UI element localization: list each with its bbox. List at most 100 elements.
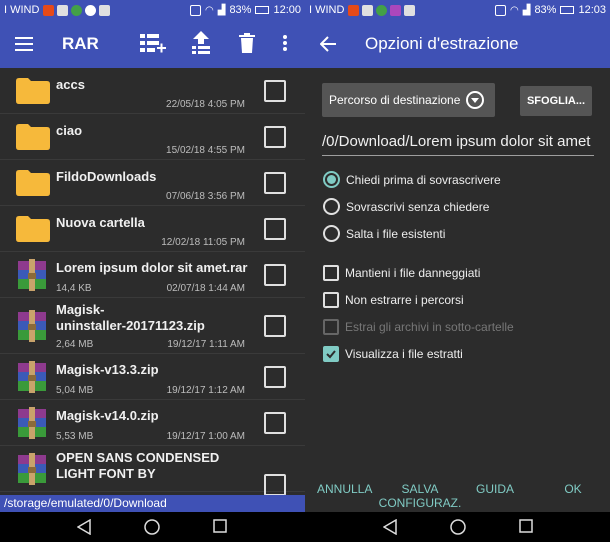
option-label: Mantieni i file danneggiati [345, 266, 481, 280]
file-date: 15/02/18 4:55 PM [166, 145, 245, 156]
archive-icon [16, 407, 48, 444]
ok-button[interactable]: OK [553, 482, 593, 496]
back-nav-icon[interactable] [383, 519, 397, 535]
file-date: 22/05/18 4:05 PM [166, 99, 245, 110]
back-arrow-icon[interactable] [305, 20, 351, 68]
signal-icon: ▟ [522, 4, 531, 16]
radio-icon [323, 198, 340, 215]
file-checkbox[interactable] [264, 412, 286, 434]
destination-path-input[interactable]: /0/Download/Lorem ipsum dolor sit amet [322, 130, 594, 156]
extract-option-checkbox[interactable]: Mantieni i file danneggiati [323, 265, 480, 281]
file-row[interactable]: accs 22/05/18 4:05 PM [0, 68, 305, 114]
destination-path-button[interactable]: Percorso di destinazione [322, 83, 495, 117]
home-nav-icon[interactable] [144, 519, 160, 535]
file-checkbox[interactable] [264, 80, 286, 102]
overflow-menu-icon[interactable] [273, 28, 297, 58]
delete-icon[interactable] [232, 28, 262, 58]
notification-icon [348, 4, 360, 16]
checkbox-checked-icon [323, 346, 339, 362]
file-row[interactable]: Magisk- uninstaller-20171123.zip 2,64 MB 1… [0, 298, 305, 354]
extract-option-checkbox[interactable]: Non estrarre i percorsi [323, 292, 464, 308]
help-button[interactable]: GUIDA [471, 482, 519, 496]
file-row[interactable]: Nuova cartella 12/02/18 11:05 PM [0, 206, 305, 252]
notification-icon [99, 4, 111, 16]
folder-icon [16, 124, 50, 155]
notification-icon [362, 4, 374, 16]
file-checkbox[interactable] [264, 474, 286, 496]
file-date: 12/02/18 11:05 PM [161, 237, 245, 248]
file-row[interactable]: Magisk-v13.3.zip 5,04 MB 19/12/17 1:12 AM [0, 354, 305, 400]
notification-icon [43, 4, 55, 16]
file-row[interactable]: OPEN SANS CONDENSED LIGHT FONT BY [0, 446, 305, 496]
file-row[interactable]: Lorem ipsum dolor sit amet.rar 14,4 KB 02/… [0, 252, 305, 298]
option-label: Salta i file esistenti [346, 226, 446, 241]
file-date: 19/12/17 1:00 AM [166, 431, 245, 442]
save-configuration-button[interactable]: SALVA CONFIGURAZ. [375, 482, 465, 510]
destination-label: Percorso di destinazione [329, 93, 461, 107]
battery-percent: 83% [534, 4, 557, 16]
file-name: Lorem ipsum dolor sit amet.rar [56, 260, 248, 275]
carrier-label: I WIND [309, 4, 345, 16]
extraction-options-dialog: I WIND ◠ ▟ 83% 12:03 Opzioni d'estrazion… [305, 0, 610, 512]
overwrite-option-radio[interactable]: Salta i file esistenti [323, 225, 445, 242]
file-name: Magisk-v14.0.zip [56, 408, 159, 423]
file-row[interactable]: FildoDownloads 07/06/18 3:56 PM [0, 160, 305, 206]
app-bar: Opzioni d'estrazione [305, 20, 610, 68]
option-label: Chiedi prima di sovrascrivere [346, 172, 501, 187]
file-checkbox[interactable] [264, 126, 286, 148]
file-date: 19/12/17 1:12 AM [166, 385, 245, 396]
browse-button[interactable]: SFOGLIA... [520, 86, 592, 116]
file-checkbox[interactable] [264, 315, 286, 337]
notification-icon [404, 4, 416, 16]
back-nav-icon[interactable] [77, 519, 91, 535]
recents-nav-icon[interactable] [213, 519, 227, 533]
whatsapp-icon [376, 4, 388, 16]
checkbox-icon [323, 319, 339, 335]
clock: 12:03 [578, 4, 606, 16]
battery-icon [255, 6, 270, 14]
file-row[interactable]: Magisk-v14.0.zip 5,53 MB 19/12/17 1:00 AM [0, 400, 305, 446]
vibrate-icon [190, 4, 201, 16]
extract-icon[interactable] [186, 28, 216, 58]
notification-icons [348, 4, 416, 16]
archive-icon [16, 310, 48, 347]
file-name: Magisk- uninstaller-20171123.zip [56, 302, 205, 333]
battery-icon [560, 6, 575, 14]
vibrate-icon [495, 4, 506, 16]
option-label: Sovrascrivi senza chiedere [346, 199, 490, 214]
file-size: 14,4 KB [56, 283, 92, 294]
google-icon [85, 4, 97, 16]
app-bar: RAR [0, 20, 305, 68]
file-checkbox[interactable] [264, 366, 286, 388]
archive-icon [16, 453, 48, 490]
file-row[interactable]: ciao 15/02/18 4:55 PM [0, 114, 305, 160]
overwrite-option-radio[interactable]: Chiedi prima di sovrascrivere [323, 171, 501, 188]
clock: 12:00 [273, 4, 301, 16]
current-path: /storage/emulated/0/Download [0, 495, 305, 512]
cancel-button[interactable]: ANNULLA [317, 482, 372, 496]
home-nav-icon[interactable] [450, 519, 466, 535]
file-date: 02/07/18 1:44 AM [166, 283, 245, 294]
recents-nav-icon[interactable] [519, 519, 533, 533]
file-size: 5,04 MB [56, 385, 94, 396]
option-label: Non estrarre i percorsi [345, 293, 464, 307]
file-name: OPEN SANS CONDENSED LIGHT FONT BY [56, 450, 220, 481]
extract-option-checkbox: Estrai gli archivi in sotto-cartelle [323, 319, 514, 335]
file-checkbox[interactable] [264, 172, 286, 194]
file-checkbox[interactable] [264, 264, 286, 286]
notification-icon [57, 4, 69, 16]
overwrite-option-radio[interactable]: Sovrascrivi senza chiedere [323, 198, 489, 215]
extract-option-checkbox[interactable]: Visualizza i file estratti [323, 346, 463, 362]
radio-selected-icon [323, 171, 340, 188]
file-name: ciao [56, 123, 83, 138]
checkbox-icon [323, 265, 339, 281]
menu-icon[interactable] [0, 20, 48, 68]
wifi-icon: ◠ [510, 4, 519, 16]
file-name: Magisk-v13.3.zip [56, 362, 159, 377]
navigation-bar [0, 512, 610, 542]
app-title: RAR [62, 34, 99, 53]
file-name: accs [56, 77, 85, 92]
file-checkbox[interactable] [264, 218, 286, 240]
add-archive-icon[interactable] [138, 28, 168, 58]
file-date: 07/06/18 3:56 PM [166, 191, 245, 202]
